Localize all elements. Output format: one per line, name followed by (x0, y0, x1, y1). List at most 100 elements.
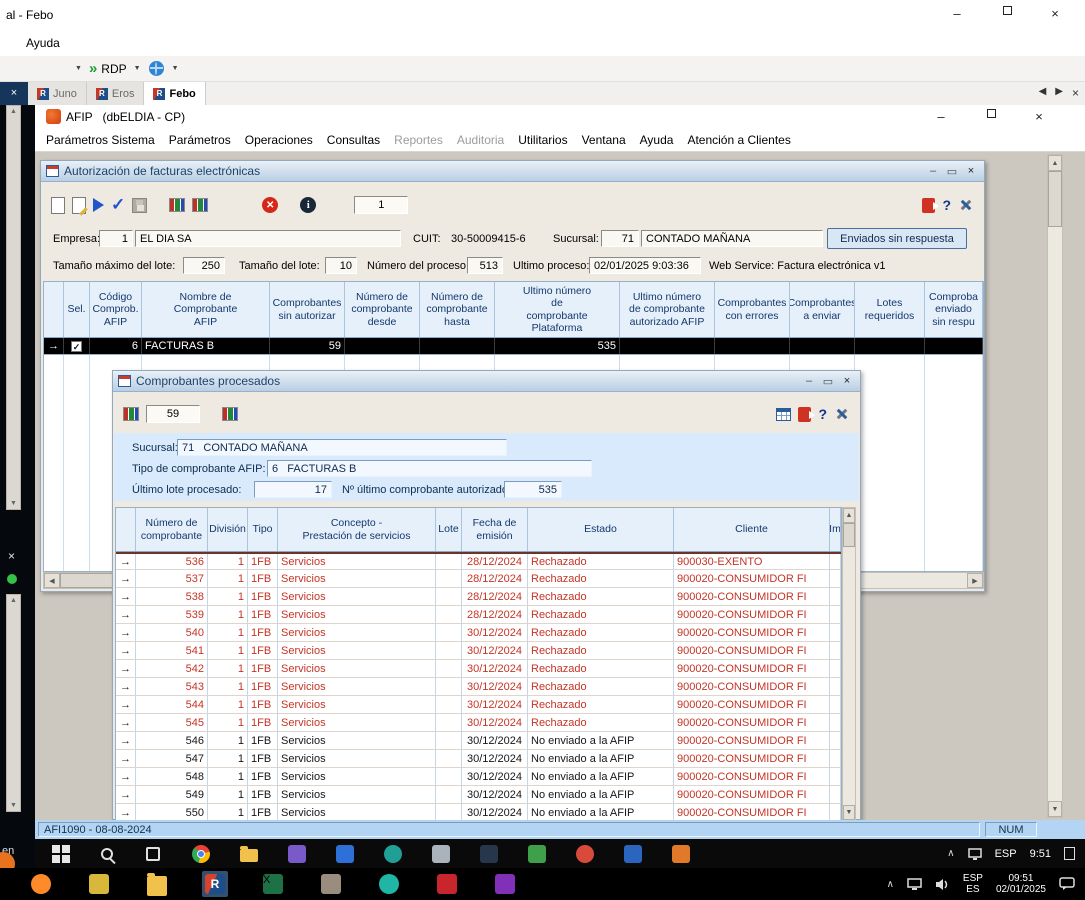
proc-grid-row[interactable]: →54411FBServicios30/12/2024Rechazado9000… (116, 696, 841, 714)
proc-grid-row[interactable]: →53611FBServicios28/12/2024Rechazado9000… (116, 552, 841, 570)
ultimo-proceso-field[interactable]: 02/01/2025 9:03:36 (589, 257, 701, 274)
proc-grid-row[interactable]: →54211FBServicios30/12/2024Rechazado9000… (116, 660, 841, 678)
connect-arrows-icon[interactable]: » (89, 60, 97, 77)
host-close-button[interactable]: × (1039, 6, 1071, 21)
proc-grid-row[interactable]: →54511FBServicios30/12/2024Rechazado9000… (116, 714, 841, 732)
proc-vscrollbar[interactable]: ▲ ▼ (842, 507, 856, 820)
media-app-icon[interactable] (376, 871, 402, 897)
session-tab-juno[interactable]: RJuno (28, 82, 87, 105)
file-explorer-icon[interactable] (144, 869, 170, 899)
exit-icon[interactable] (922, 198, 935, 213)
close-button[interactable]: × (839, 374, 855, 388)
afip-menu-consultas[interactable]: Consultas (320, 129, 387, 151)
proc-grid-row[interactable]: →54911FBServicios30/12/2024No enviado a … (116, 786, 841, 804)
proc-grid-row[interactable]: →54111FBServicios30/12/2024Rechazado9000… (116, 642, 841, 660)
minimize-button[interactable]: – (801, 374, 817, 388)
dock-close-button[interactable]: × (0, 82, 28, 105)
afip-menu-atenci-n-a-clientes[interactable]: Atención a Clientes (680, 129, 797, 151)
keyboard-lang-label[interactable]: ESP (995, 848, 1017, 860)
exit-icon[interactable] (798, 407, 811, 422)
session-tab-eros[interactable]: REros (87, 82, 145, 105)
afip-close-button[interactable]: × (1023, 109, 1055, 124)
scrollbar-thumb[interactable] (843, 523, 855, 547)
image-app-icon[interactable] (318, 871, 344, 897)
tab-close-icon[interactable]: × (1072, 86, 1079, 100)
keyboard-lang-indicator[interactable]: ESP ES (963, 873, 983, 896)
clock[interactable]: 09:51 02/01/2025 (996, 873, 1046, 896)
host-minimize-button[interactable]: – (941, 6, 973, 21)
app-icon-6[interactable] (573, 842, 597, 866)
afip-menu-par-metros-sistema[interactable]: Parámetros Sistema (39, 129, 162, 151)
globe-icon[interactable] (149, 61, 164, 76)
chevron-down-icon[interactable]: ▼ (75, 65, 82, 72)
action-center-icon[interactable] (1064, 847, 1075, 860)
scroll-left-icon[interactable]: ◀ (44, 573, 60, 588)
lote-max-field[interactable]: 250 (183, 257, 225, 274)
proceso-field[interactable]: 513 (467, 257, 503, 274)
scroll-up-icon[interactable]: ▲ (10, 108, 17, 115)
lote-size-field[interactable]: 10 (325, 257, 357, 274)
edit-properties-icon[interactable] (72, 197, 86, 214)
close-button[interactable]: × (963, 164, 979, 178)
scroll-up-icon[interactable]: ▲ (1048, 155, 1062, 171)
new-document-icon[interactable] (51, 197, 65, 214)
app-icon-2[interactable] (333, 842, 357, 866)
clock-label[interactable]: 9:51 (1030, 848, 1051, 860)
proc-grid-row[interactable]: →54811FBServicios30/12/2024No enviado a … (116, 768, 841, 786)
afip-menu-operaciones[interactable]: Operaciones (238, 129, 320, 151)
grid-export-icon[interactable] (123, 407, 139, 421)
afip-restore-button[interactable] (975, 106, 1007, 121)
mdi-vscrollbar[interactable]: ▲ ▼ (1047, 154, 1063, 818)
proc-grid[interactable]: Número de comprobanteDivisiónTipoConcept… (115, 507, 842, 820)
empresa-name-field[interactable]: EL DIA SA (135, 230, 401, 247)
auth-grid-row[interactable]: →✓6FACTURAS B59535 (44, 338, 983, 355)
firefox-icon[interactable] (28, 871, 54, 897)
record-counter-field[interactable]: 59 (146, 405, 200, 423)
info-icon[interactable]: i (300, 197, 316, 213)
tools-icon[interactable] (958, 197, 974, 213)
proc-grid-row[interactable]: →53711FBServicios28/12/2024Rechazado9000… (116, 570, 841, 588)
proc-grid-row[interactable]: →54311FBServicios30/12/2024Rechazado9000… (116, 678, 841, 696)
auth-window-titlebar[interactable]: Autorización de facturas electrónicas – … (41, 161, 984, 182)
app-icon-1[interactable] (285, 842, 309, 866)
scroll-up-icon[interactable]: ▲ (10, 597, 17, 604)
afip-menu-par-metros[interactable]: Parámetros (162, 129, 238, 151)
save-icon[interactable] (132, 198, 147, 213)
dock-close-icon[interactable]: × (8, 549, 15, 563)
dock-scrollbar[interactable]: ▲ ▼ (6, 594, 21, 812)
notes-app-icon[interactable] (492, 871, 518, 897)
maximize-button[interactable]: ▭ (944, 164, 960, 178)
scrollbar-thumb[interactable] (1048, 171, 1062, 227)
afip-menu-ayuda[interactable]: Ayuda (633, 129, 681, 151)
confirm-icon[interactable]: ✓ (111, 195, 125, 215)
network-icon[interactable] (907, 878, 922, 891)
grid-report-icon[interactable] (169, 198, 185, 212)
process-counter-field[interactable]: 1 (354, 196, 408, 214)
file-explorer-icon[interactable] (237, 842, 261, 865)
host-menu-ayuda[interactable]: Ayuda (26, 36, 60, 50)
proc-grid-row[interactable]: →53811FBServicios28/12/2024Rechazado9000… (116, 588, 841, 606)
security-app-icon[interactable] (434, 871, 460, 897)
start-button[interactable] (49, 842, 73, 866)
afip-menu-auditoria[interactable]: Auditoria (450, 129, 511, 151)
grid-report-icon[interactable] (222, 407, 238, 421)
help-icon[interactable]: ? (818, 406, 827, 422)
afip-minimize-button[interactable]: – (925, 109, 957, 124)
notification-bubble-icon[interactable] (1059, 877, 1075, 891)
minimize-button[interactable]: – (925, 164, 941, 178)
cancel-icon[interactable]: ✕ (262, 197, 278, 213)
proc-grid-row[interactable]: →54611FBServicios30/12/2024No enviado a … (116, 732, 841, 750)
table-view-icon[interactable] (776, 408, 791, 421)
volume-icon[interactable] (935, 878, 950, 891)
help-icon[interactable]: ? (942, 197, 951, 213)
rdp-menu-label[interactable]: RDP (101, 62, 126, 76)
afip-menu-reportes[interactable]: Reportes (387, 129, 450, 151)
scroll-down-icon[interactable]: ▼ (10, 500, 17, 507)
display-icon[interactable] (968, 848, 982, 860)
mail-icon[interactable] (381, 842, 405, 866)
chrome-icon[interactable] (189, 842, 213, 866)
chevron-down-icon[interactable]: ▼ (172, 65, 179, 72)
proc-grid-row[interactable]: →53911FBServicios28/12/2024Rechazado9000… (116, 606, 841, 624)
scroll-down-icon[interactable]: ▼ (1048, 801, 1062, 817)
app-icon-8[interactable] (669, 842, 693, 866)
